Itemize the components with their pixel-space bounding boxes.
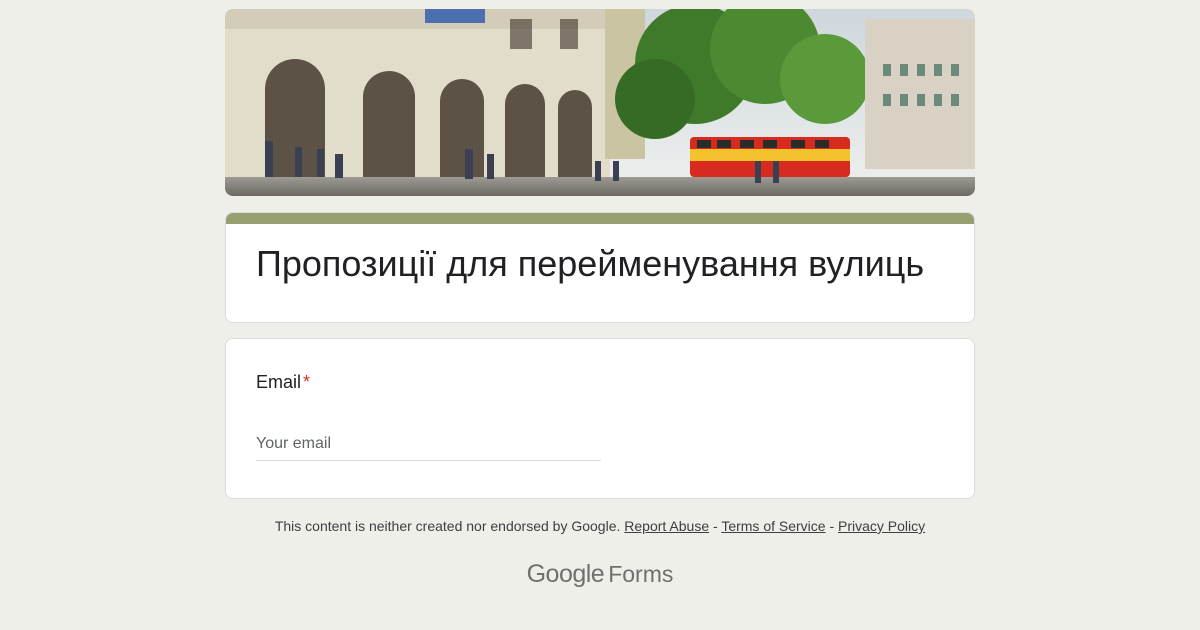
email-label-text: Email <box>256 372 302 392</box>
terms-of-service-link[interactable]: Terms of Service <box>721 518 825 534</box>
privacy-policy-link[interactable]: Privacy Policy <box>838 518 925 534</box>
footer-separator-2: - <box>825 518 839 534</box>
disclaimer-text: This content is neither created nor endo… <box>274 518 621 534</box>
forms-wordmark: Forms <box>608 561 674 587</box>
form-page: Пропозиції для перейменування вулиць Ema… <box>0 0 1200 630</box>
footer-separator-1: - <box>709 518 722 534</box>
form-title: Пропозиції для перейменування вулиць <box>256 243 925 284</box>
required-asterisk: * <box>303 372 311 392</box>
email-input[interactable] <box>256 427 601 461</box>
footer-disclaimer: This content is neither created nor endo… <box>0 518 1200 534</box>
report-abuse-link[interactable]: Report Abuse <box>624 518 709 534</box>
google-forms-logo[interactable]: Google Forms <box>0 560 1200 589</box>
email-question-card: Email * <box>225 338 975 499</box>
google-wordmark: Google <box>526 560 605 588</box>
title-accent-bar <box>226 213 974 224</box>
form-title-card: Пропозиції для перейменування вулиць <box>225 212 975 323</box>
email-question-label: Email * <box>256 372 310 393</box>
header-image <box>225 9 975 196</box>
